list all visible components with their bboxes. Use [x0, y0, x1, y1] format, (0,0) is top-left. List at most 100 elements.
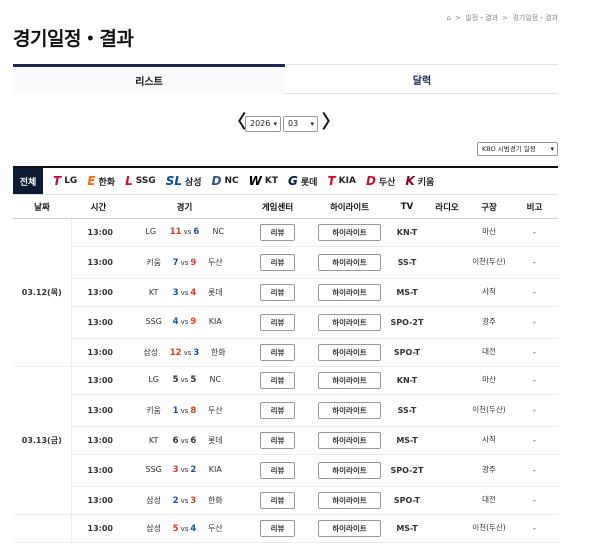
game-time: 13:00: [71, 366, 126, 395]
highlight-button[interactable]: 하이라이트: [318, 313, 381, 331]
home-icon[interactable]: ⌂: [446, 14, 450, 22]
game-note: -: [511, 454, 558, 487]
game-matchup: 키움 1 vs 8 두산: [126, 394, 243, 427]
game-type-select[interactable]: KBO 시범경기 일정 ▾: [477, 142, 558, 156]
recap-button[interactable]: 리뷰: [260, 223, 295, 241]
highlight-cell: 하이라이트: [312, 394, 387, 427]
game-note: -: [511, 394, 558, 427]
highlight-button[interactable]: 하이라이트: [318, 343, 381, 361]
column-header-tv: TV: [387, 196, 427, 219]
stadium: 마산: [467, 218, 511, 247]
game-matchup: KT 6 vs 6 롯데: [126, 426, 243, 455]
highlight-button[interactable]: 하이라이트: [318, 431, 381, 449]
away-score: 1: [172, 405, 179, 416]
table-row: 13:00 삼성 2 vs 3 한화 리뷰 하이라이트 SPO-T 대전 -: [13, 486, 558, 515]
highlight-button[interactable]: 하이라이트: [318, 491, 381, 509]
vs-label: vs: [180, 406, 189, 415]
team-filter-label: 삼성: [184, 177, 202, 188]
recap-button[interactable]: 리뷰: [260, 491, 295, 509]
team-filter-item[interactable]: D NC: [212, 174, 239, 188]
tab-calendar[interactable]: 달력: [286, 64, 558, 94]
away-team: 삼성: [146, 495, 162, 505]
chevron-down-icon: ▾: [310, 120, 314, 128]
team-filter-item[interactable]: SL 삼성: [166, 174, 202, 188]
radio-channel: [427, 514, 467, 543]
team-filter-item[interactable]: T KIA: [327, 174, 355, 188]
game-note: -: [511, 278, 558, 307]
tv-channel: SPO-T: [387, 486, 427, 515]
recap-button[interactable]: 리뷰: [260, 253, 295, 271]
prev-month-icon[interactable]: 〈: [228, 114, 246, 132]
team-filter-label: LG: [64, 176, 78, 186]
table-row: 03.13(금) 13:00 LG 5 vs 5 NC 리뷰 하이라이트 KN-T 마산 -: [13, 366, 558, 515]
vs-label: vs: [180, 496, 189, 505]
vs-label: vs: [180, 258, 189, 267]
highlight-button[interactable]: 하이라이트: [318, 223, 381, 241]
column-header-date: 날짜: [13, 196, 71, 219]
away-team: 삼성: [143, 347, 159, 357]
recap-button[interactable]: 리뷰: [260, 431, 295, 449]
home-team: 한화: [210, 347, 226, 357]
recap-button[interactable]: 리뷰: [260, 283, 295, 301]
game-time: 13:00: [71, 514, 126, 543]
team-filter-item[interactable]: L SSG: [125, 174, 156, 188]
game-date: 03.13(금): [13, 366, 72, 515]
team-filter-item[interactable]: K 키움: [405, 174, 434, 188]
team-filter-item[interactable]: T LG: [53, 174, 77, 188]
table-row: 03.12(목) 13:00 LG 11 vs 6 NC 리뷰 하이라이트 KN-T 마산 -: [13, 218, 558, 367]
team-filter-item[interactable]: E 한화: [87, 174, 115, 188]
tv-channel: MS-T: [387, 514, 427, 543]
recap-button[interactable]: 리뷰: [260, 313, 295, 331]
away-team: LG: [145, 227, 157, 236]
highlight-button[interactable]: 하이라이트: [318, 283, 381, 301]
recap-button[interactable]: 리뷰: [260, 343, 295, 361]
team-filter-item[interactable]: W KT: [249, 174, 278, 188]
vs-label: vs: [183, 228, 192, 236]
next-month-icon[interactable]: 〉: [322, 114, 340, 132]
recap-button[interactable]: 리뷰: [260, 461, 295, 479]
team-filter-item[interactable]: D 두산: [366, 174, 396, 188]
table-row: 13:00 삼성 5 vs 4 두산 리뷰 하이라이트 MS-T 이천(두산) -: [13, 514, 558, 543]
month-select[interactable]: 03 ▾: [283, 116, 318, 132]
highlight-cell: 하이라이트: [312, 246, 387, 279]
breadcrumb-item[interactable]: 일정・결과: [465, 14, 498, 22]
recap-button[interactable]: 리뷰: [260, 401, 295, 419]
vs-label: vs: [180, 376, 189, 384]
team-filter-label: 키움: [417, 177, 435, 188]
away-team: 삼성: [146, 523, 162, 533]
tv-channel: MS-T: [387, 278, 427, 307]
team-filter-item[interactable]: G 롯데: [288, 174, 317, 188]
tv-channel: SS-T: [387, 394, 427, 427]
highlight-button[interactable]: 하이라이트: [318, 253, 381, 271]
chevron-down-icon: ▾: [273, 120, 277, 128]
team-filter-label: KIA: [338, 176, 356, 186]
highlight-button[interactable]: 하이라이트: [318, 371, 381, 389]
game-time: 13:00: [71, 338, 126, 367]
view-tabs: 리스트 달력: [13, 64, 558, 94]
game-time: 13:00: [71, 278, 126, 307]
table-row: 13:00 삼성 12 vs 3 한화 리뷰 하이라이트 SPO-T 대전 -: [13, 338, 558, 367]
game-note: -: [511, 426, 558, 455]
highlight-button[interactable]: 하이라이트: [318, 401, 381, 419]
vs-label: vs: [180, 318, 189, 326]
recap-button[interactable]: 리뷰: [260, 371, 295, 389]
game-time: 13:00: [71, 426, 126, 455]
column-header-stadium: 구장: [467, 196, 511, 219]
gamecenter-cell: 리뷰: [243, 306, 312, 339]
year-select[interactable]: 2026 ▾: [245, 116, 281, 132]
team-filter-all[interactable]: 전체: [13, 168, 43, 194]
team-filter-label: 두산: [378, 177, 396, 188]
recap-button[interactable]: 리뷰: [260, 519, 295, 537]
team-logo-icon: T: [327, 174, 336, 188]
highlight-button[interactable]: 하이라이트: [318, 461, 381, 479]
breadcrumb-item-current: 경기일정・결과: [512, 14, 558, 22]
away-team: 키움: [146, 405, 162, 415]
column-header-gamecenter: 게임센터: [243, 196, 312, 219]
table-header-row: 날짜 시간 경기 게임센터 하이라이트 TV 라디오 구장 비고: [13, 196, 558, 219]
radio-channel: [427, 366, 467, 395]
tv-channel: SPO-T: [387, 338, 427, 367]
page-title: 경기일정・결과: [13, 28, 134, 50]
highlight-button[interactable]: 하이라이트: [318, 519, 381, 537]
tab-list[interactable]: 리스트: [13, 64, 285, 94]
tv-channel: MS-T: [387, 426, 427, 455]
